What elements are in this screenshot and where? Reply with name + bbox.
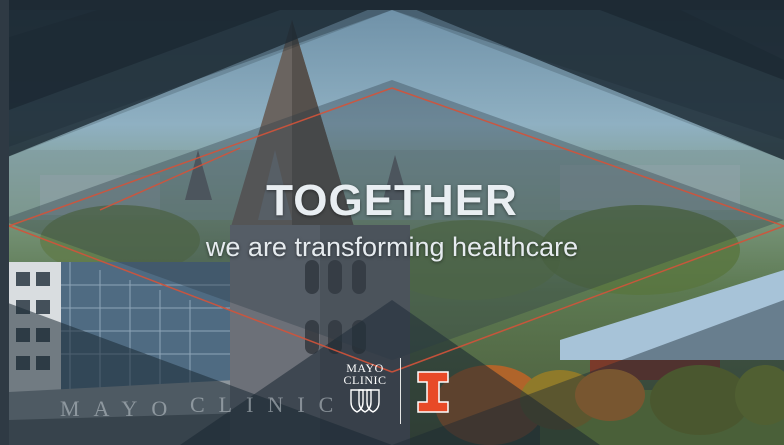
logo-divider: [400, 358, 401, 424]
svg-text:CLINIC: CLINIC: [190, 392, 347, 417]
mayo-clinic-logo: MAYO CLINIC: [334, 362, 396, 422]
illinois-block-i-icon: [417, 371, 449, 413]
svg-text:MAYO: MAYO: [60, 396, 181, 421]
building-sign: MAYO CLINIC: [60, 392, 347, 421]
mayo-logo-line2: CLINIC: [343, 373, 387, 387]
top-edge-band: [0, 0, 784, 10]
partner-logos: MAYO CLINIC: [330, 356, 460, 426]
slide-title: TOGETHER: [266, 176, 518, 225]
slide-subtitle: we are transforming healthcare: [205, 232, 579, 262]
mayo-shields-icon: [350, 389, 380, 413]
slide-canvas: TOGETHER we are transforming healthcare …: [0, 0, 784, 445]
